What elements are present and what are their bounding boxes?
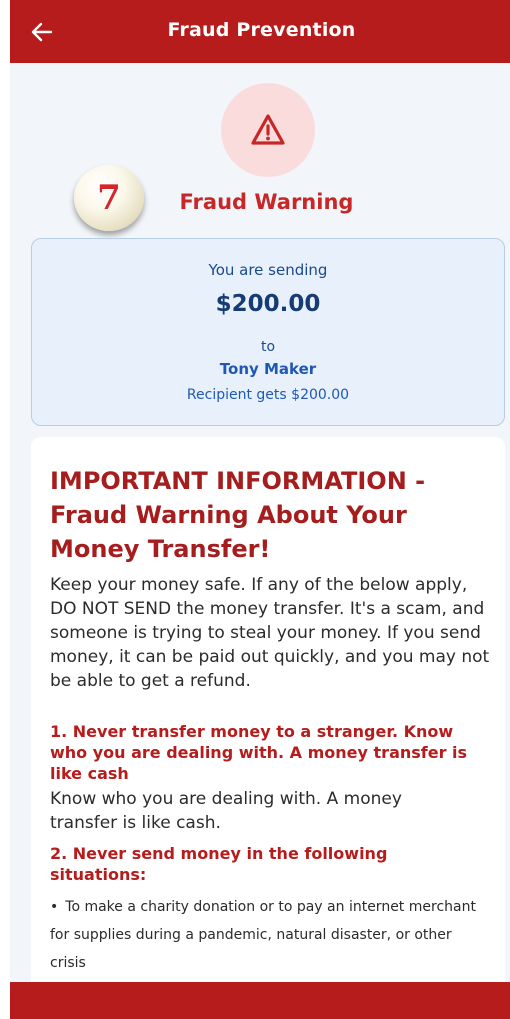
bottom-action-bar[interactable]: [10, 982, 510, 1019]
fraud-warning-title: Fraud Warning: [179, 190, 354, 214]
rule-2-title: 2. Never send money in the following sit…: [50, 844, 388, 884]
bullet-icon: •: [50, 899, 59, 915]
fraud-info-card: IMPORTANT INFORMATION - Fraud Warning Ab…: [31, 437, 505, 1019]
recipient-gets: Recipient gets $200.00: [186, 387, 350, 403]
app-screen: Fraud Prevention 7 Fraud Warning You are…: [10, 0, 510, 1019]
rule-1-title: 1. Never transfer money to a stranger. K…: [50, 722, 468, 783]
info-heading: IMPORTANT INFORMATION - Fraud Warning Ab…: [50, 467, 426, 563]
transfer-summary-card: You are sending $200.00 to Tony Maker Re…: [31, 238, 505, 426]
top-app-bar: Fraud Prevention: [10, 0, 510, 63]
list-item: • To make a charity donation or to pay an…: [50, 893, 480, 977]
send-amount: $200.00: [215, 291, 321, 317]
recipient-name: Tony Maker: [219, 360, 317, 378]
rule-2-list: • To make a charity donation or to pay an…: [50, 893, 487, 977]
warning-triangle-icon: [251, 114, 285, 145]
sending-label: You are sending: [208, 261, 328, 279]
to-label: to: [260, 339, 276, 355]
warning-icon-circle: [221, 83, 315, 177]
page-title: Fraud Prevention: [167, 19, 356, 41]
list-item-text: To make a charity donation or to pay an …: [50, 899, 476, 971]
info-intro: Keep your money safe. If any of the belo…: [50, 575, 490, 691]
rule-1-body: Know who you are dealing with. A money t…: [50, 789, 402, 833]
